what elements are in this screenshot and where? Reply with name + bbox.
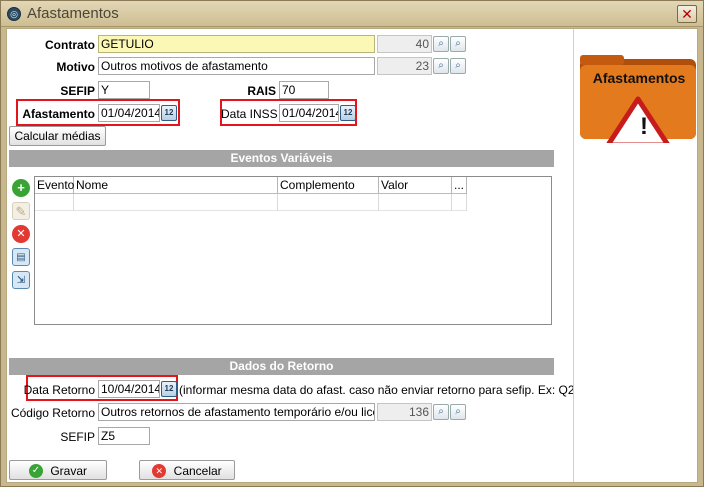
rais-input[interactable]: 70: [279, 81, 329, 99]
banner-panel: Afastamentos !: [573, 29, 697, 482]
contrato-label: Contrato: [45, 38, 95, 52]
sefip-input[interactable]: Y: [98, 81, 150, 99]
retorno-section-header: Dados do Retorno: [9, 358, 554, 375]
cancelar-button[interactable]: ✕ Cancelar: [139, 460, 235, 480]
motivo-input[interactable]: Outros motivos de afastamento: [98, 57, 375, 75]
eventos-section-header: Eventos Variáveis: [9, 150, 554, 167]
codigo-retorno-label: Código Retorno: [10, 406, 95, 420]
cancel-icon: ✕: [152, 463, 167, 478]
gravar-label: Gravar: [50, 463, 88, 478]
eventos-grid[interactable]: Evento Nome Complemento Valor ...: [34, 176, 552, 325]
eventos-grid-header: Evento Nome Complemento Valor ...: [35, 177, 467, 194]
title-bar: ◎ Afastamentos ✕: [1, 1, 703, 27]
col-more[interactable]: ...: [452, 177, 467, 194]
codigo-retorno-search-icon[interactable]: ⌕: [433, 404, 449, 420]
contrato-search-icon[interactable]: ⌕: [433, 36, 449, 52]
import-event-icon[interactable]: ⇲: [12, 271, 30, 289]
motivo-search-icon[interactable]: ⌕: [433, 58, 449, 74]
data-retorno-hint: (informar mesma data do afast. caso não …: [179, 383, 579, 397]
app-icon: ◎: [7, 7, 21, 21]
data-retorno-label: Data Retorno: [23, 383, 95, 397]
cancelar-label: Cancelar: [173, 463, 222, 478]
afastamento-label: Afastamento: [22, 107, 95, 121]
afastamento-date-input[interactable]: 01/04/2014: [98, 104, 160, 122]
copy-event-icon[interactable]: ▤: [12, 248, 30, 266]
motivo-code-field: 23: [377, 57, 432, 75]
data-inss-label: Data INSS: [221, 107, 278, 121]
contrato-input[interactable]: GETULIO: [98, 35, 375, 53]
warning-mark: !: [640, 113, 648, 140]
codigo-retorno-code-field: 136: [377, 403, 432, 421]
motivo-label: Motivo: [56, 60, 95, 74]
data-retorno-date-input[interactable]: 10/04/2014: [98, 380, 160, 398]
col-nome[interactable]: Nome: [74, 177, 278, 194]
sefip-label: SEFIP: [60, 84, 95, 98]
window-title: Afastamentos: [27, 5, 119, 22]
codigo-retorno-input[interactable]: Outros retornos de afastamento temporári…: [98, 403, 375, 421]
calcular-medias-button[interactable]: Calcular médias: [9, 126, 106, 146]
check-icon: ✓: [28, 463, 43, 478]
add-event-icon[interactable]: +: [12, 179, 30, 197]
col-valor[interactable]: Valor: [379, 177, 452, 194]
codigo-retorno-lookup-icon[interactable]: ⌕: [450, 404, 466, 420]
col-evento[interactable]: Evento: [35, 177, 74, 194]
afastamentos-window: ◎ Afastamentos ✕ Contrato GETULIO 40 ⌕ ⌕…: [0, 0, 704, 487]
edit-event-icon[interactable]: ✎: [12, 202, 30, 220]
form-content: Contrato GETULIO 40 ⌕ ⌕ Motivo Outros mo…: [6, 28, 698, 483]
remove-event-icon[interactable]: ✕: [12, 225, 30, 243]
retorno-sefip-input[interactable]: Z5: [98, 427, 150, 445]
data-retorno-calendar-icon[interactable]: 12: [161, 381, 177, 397]
contrato-code-field: 40: [377, 35, 432, 53]
table-row[interactable]: [35, 194, 467, 211]
motivo-lookup-icon[interactable]: ⌕: [450, 58, 466, 74]
close-button[interactable]: ✕: [677, 5, 697, 23]
retorno-sefip-label: SEFIP: [60, 430, 95, 444]
data-inss-calendar-icon[interactable]: 12: [340, 105, 356, 121]
gravar-button[interactable]: ✓ Gravar: [9, 460, 107, 480]
banner-title: Afastamentos: [592, 70, 686, 86]
rais-label: RAIS: [247, 84, 276, 98]
contrato-lookup-icon[interactable]: ⌕: [450, 36, 466, 52]
afastamento-calendar-icon[interactable]: 12: [161, 105, 177, 121]
col-complemento[interactable]: Complemento: [278, 177, 379, 194]
data-inss-date-input[interactable]: 01/04/2014: [279, 104, 339, 122]
